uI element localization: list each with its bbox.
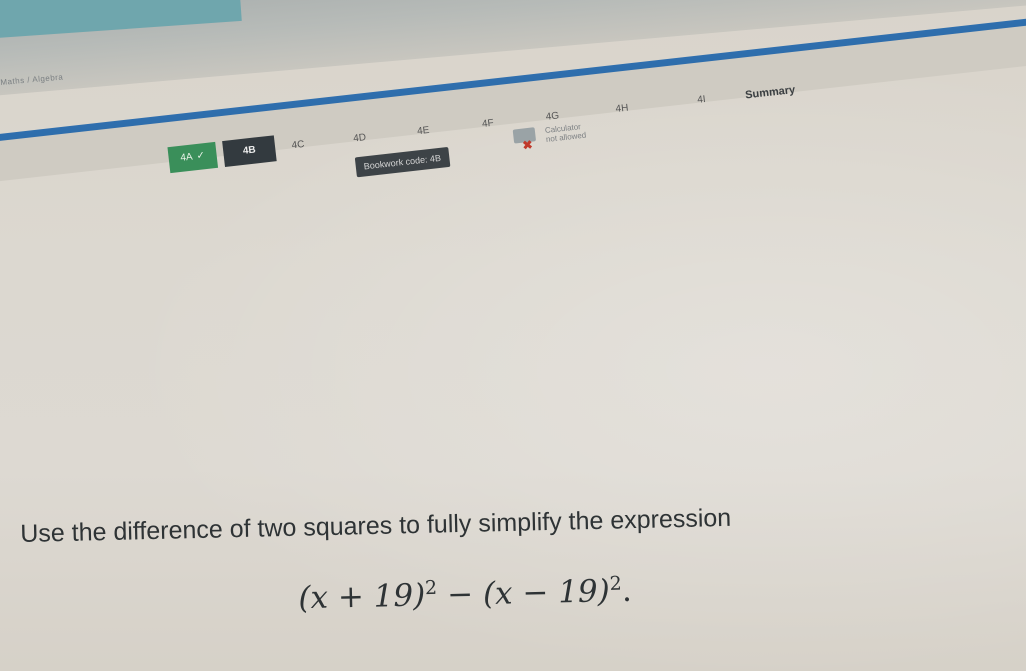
tab-label: 4I [696,93,707,106]
check-icon: ✓ [195,150,206,163]
tab-4d[interactable]: 4D [342,124,377,153]
tab-4c[interactable]: 4C [281,131,316,160]
tab-summary[interactable]: Summary [744,77,797,108]
tab-4f[interactable]: 4F [471,110,506,139]
expr-period: . [621,572,633,609]
tab-label: 4C [291,139,306,152]
tab-label: 4A [179,151,194,164]
tab-label: 4G [545,110,560,123]
tab-4a[interactable]: 4A ✓ [167,141,219,174]
tab-label: 4B [242,144,257,157]
expr-exponent-1: 2 [424,576,438,600]
math-expression: (x + 19)2 − (x − 19)2. [298,572,633,617]
calculator-status: Calculator not allowed [544,122,586,144]
tab-4b[interactable]: 4B [222,135,277,167]
expr-term-1: (x + 19) [298,577,426,617]
expr-exponent-2: 2 [609,572,622,595]
tab-label: Summary [744,83,796,102]
tab-label: 4H [615,102,629,116]
tab-label: 4E [416,124,430,138]
tab-4e[interactable]: 4E [406,117,441,146]
task-navigation: 4A ✓ 4B 4C 4D 4E 4F 4G 4H 4I Summary Book… [0,0,1026,667]
tab-4i[interactable]: 4I [684,86,719,115]
tab-4h[interactable]: 4H [605,95,640,124]
tab-label: 4D [352,132,367,145]
tab-row [0,8,1026,183]
expr-minus: − [446,576,474,613]
bookwork-code-button[interactable]: Bookwork code: 4B [354,147,450,178]
tab-label: 4F [481,117,495,131]
cross-icon: ✖ [521,137,534,153]
expr-term-2: (x − 19) [482,573,611,613]
